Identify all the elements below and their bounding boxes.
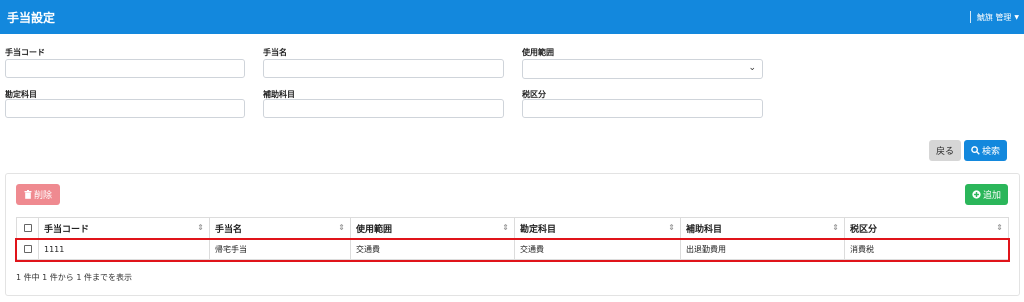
account-input[interactable] — [5, 99, 245, 118]
trash-icon — [24, 190, 32, 199]
allowance-code-label: 手当コード — [5, 48, 45, 57]
caret-down-icon: ▼ — [1014, 13, 1019, 21]
table-cell: 消費税 — [844, 238, 1009, 260]
page-title: 手当設定 — [7, 11, 56, 25]
column-header-label: 手当名 — [215, 224, 243, 235]
column-header-label: 使用範囲 — [356, 224, 393, 235]
allowance-table: 手当コード ⇕ 手当名 ⇕ 使用範囲 ⇕ 勘定科目 ⇕ 補助科目 ⇕ 税区分 ⇕ 1111 … — [16, 217, 1009, 260]
search-button-label: 検索 — [981, 147, 1000, 157]
table-cell: 交通費 — [350, 238, 515, 260]
user-menu-label: 鯱旗 管理 — [976, 12, 1012, 22]
row-select-cell — [16, 238, 39, 260]
select-all-checkbox[interactable] — [23, 223, 32, 232]
add-button[interactable]: 追加 — [965, 184, 1008, 205]
column-header[interactable]: 勘定科目 ⇕ — [514, 217, 681, 239]
table-row[interactable]: 1111 帰宅手当 交通費 交通費 出退勤費用 消費税 — [16, 238, 1009, 260]
column-header[interactable]: 手当コード ⇕ — [38, 217, 210, 239]
plus-circle-icon — [972, 190, 981, 199]
search-button[interactable]: 検索 — [964, 140, 1007, 161]
column-header[interactable]: 補助科目 ⇕ — [680, 217, 845, 239]
sort-icon: ⇕ — [832, 223, 839, 232]
select-all-header — [16, 217, 39, 239]
column-header[interactable]: 使用範囲 ⇕ — [350, 217, 515, 239]
table-header-row: 手当コード ⇕ 手当名 ⇕ 使用範囲 ⇕ 勘定科目 ⇕ 補助科目 ⇕ 税区分 ⇕ — [16, 217, 1009, 239]
column-header-label: 手当コード — [44, 224, 90, 235]
user-menu[interactable]: 鯱旗 管理 ▼ — [969, 11, 1019, 23]
add-button-label: 追加 — [982, 191, 1001, 201]
usage-scope-select[interactable]: ⌄ — [522, 59, 763, 79]
sort-icon: ⇕ — [668, 223, 675, 232]
table-cell: 帰宅手当 — [209, 238, 351, 260]
chevron-down-icon: ⌄ — [748, 63, 756, 73]
usage-scope-label: 使用範囲 — [522, 48, 554, 57]
delete-button[interactable]: 削除 — [16, 184, 60, 205]
table-cell: 交通費 — [514, 238, 681, 260]
sort-icon: ⇕ — [502, 223, 509, 232]
tax-input[interactable] — [522, 99, 763, 118]
delete-button-label: 削除 — [33, 191, 52, 201]
column-header[interactable]: 税区分 ⇕ — [844, 217, 1009, 239]
top-navbar: 手当設定 鯱旗 管理 ▼ — [0, 0, 1024, 34]
column-header[interactable]: 手当名 ⇕ — [209, 217, 351, 239]
sort-icon: ⇕ — [996, 223, 1003, 232]
column-header-label: 補助科目 — [686, 224, 723, 235]
sort-icon: ⇕ — [338, 223, 345, 232]
sub-account-input[interactable] — [263, 99, 504, 118]
column-header-label: 税区分 — [850, 224, 878, 235]
allowance-name-label: 手当名 — [263, 48, 287, 57]
back-button-label: 戻る — [935, 147, 954, 157]
back-button[interactable]: 戻る — [929, 140, 961, 161]
sort-icon: ⇕ — [197, 223, 204, 232]
table-cell: 1111 — [38, 238, 210, 260]
divider — [969, 11, 971, 23]
column-header-label: 勘定科目 — [520, 224, 557, 235]
table-info: 1 件中 1 件から 1 件までを表示 — [16, 273, 132, 282]
allowance-name-input[interactable] — [263, 59, 504, 78]
search-icon — [971, 146, 980, 155]
table-cell: 出退勤費用 — [680, 238, 845, 260]
allowance-code-input[interactable] — [5, 59, 245, 78]
row-checkbox[interactable] — [23, 245, 32, 253]
